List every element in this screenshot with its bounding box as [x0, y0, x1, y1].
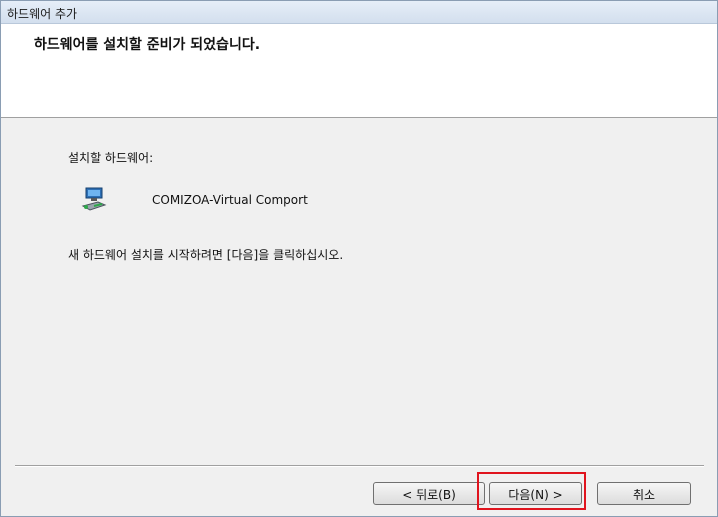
next-button-highlight	[477, 472, 586, 510]
back-button[interactable]: < 뒤로(B)	[373, 482, 485, 505]
wizard-content: 설치할 하드웨어: COMIZOA-Virtual Comport 새 하드웨어…	[1, 118, 717, 458]
instruction-text: 새 하드웨어 설치를 시작하려면 [다음]을 클릭하십시오.	[68, 248, 344, 262]
add-hardware-window: 하드웨어 추가 하드웨어를 설치할 준비가 되었습니다. 설치할 하드웨어: C…	[0, 0, 718, 517]
title-bar[interactable]: 하드웨어 추가	[1, 1, 717, 24]
cancel-button[interactable]: 취소	[597, 482, 691, 505]
footer-separator	[15, 465, 704, 467]
hardware-name: COMIZOA-Virtual Comport	[152, 193, 308, 207]
window-title: 하드웨어 추가	[7, 7, 78, 21]
wizard-header: 하드웨어를 설치할 준비가 되었습니다.	[1, 24, 717, 118]
wizard-heading: 하드웨어를 설치할 준비가 되었습니다.	[34, 37, 261, 53]
hardware-to-install-label: 설치할 하드웨어:	[68, 151, 154, 165]
network-adapter-icon	[81, 187, 107, 211]
